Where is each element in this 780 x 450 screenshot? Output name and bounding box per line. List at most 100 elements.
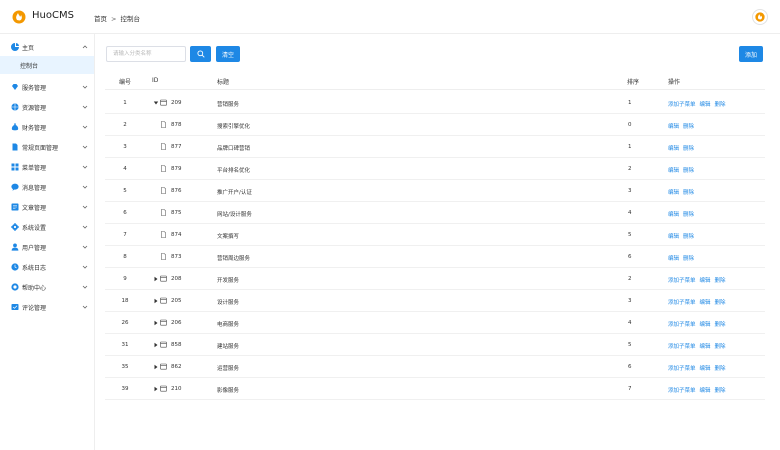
table-row: 18 205 设计服务 3 添加子菜单 编辑 删除 bbox=[105, 290, 765, 312]
table-row: 5 876 推广开户/认证 3 编辑 删除 bbox=[105, 180, 765, 202]
sidebar: 主页 控制台 服务管理 资源管理 财务管理 常规页面管理 菜单管理 消息管理 文… bbox=[0, 34, 95, 450]
sidebar-item-label: 菜单管理 bbox=[22, 165, 47, 172]
sidebar-item-users[interactable]: 用户管理 bbox=[0, 238, 94, 256]
row-id: 875 bbox=[171, 210, 182, 216]
row-num: 1 bbox=[123, 100, 127, 106]
table-row: 9 208 开发服务 2 添加子菜单 编辑 删除 bbox=[105, 268, 765, 290]
row-num: 3 bbox=[123, 144, 127, 150]
chevron-up-icon bbox=[82, 45, 88, 49]
sidebar-item-finance[interactable]: 财务管理 bbox=[0, 118, 94, 136]
sidebar-item-resource[interactable]: 资源管理 bbox=[0, 98, 94, 116]
diamond-icon bbox=[12, 84, 18, 90]
edit-link[interactable]: 编辑 bbox=[668, 124, 679, 130]
edit-link[interactable]: 编辑 bbox=[668, 256, 679, 262]
brand-name[interactable]: HuoCMS bbox=[32, 10, 74, 21]
comment-icon bbox=[11, 304, 19, 310]
edit-link[interactable]: 编辑 bbox=[668, 168, 679, 174]
chevron-down-icon bbox=[82, 145, 88, 149]
edit-link[interactable]: 编辑 bbox=[668, 190, 679, 196]
add-submenu-link[interactable]: 添加子菜单 bbox=[668, 278, 696, 284]
sidebar-item-settings[interactable]: 系统设置 bbox=[0, 218, 94, 236]
chevron-down-icon bbox=[82, 285, 88, 289]
search-button[interactable] bbox=[190, 46, 211, 62]
caret-right-icon[interactable] bbox=[153, 342, 159, 348]
delete-link[interactable]: 删除 bbox=[683, 212, 694, 218]
row-actions: 添加子菜单 编辑 删除 bbox=[668, 342, 730, 350]
table-row: 8 873 营销周边服务 6 编辑 删除 bbox=[105, 246, 765, 268]
delete-link[interactable]: 删除 bbox=[683, 256, 694, 262]
sidebar-item-menu[interactable]: 菜单管理 bbox=[0, 158, 94, 176]
user-avatar[interactable] bbox=[752, 9, 768, 25]
delete-link[interactable]: 删除 bbox=[683, 190, 694, 196]
delete-link[interactable]: 删除 bbox=[715, 278, 726, 284]
edit-link[interactable]: 编辑 bbox=[700, 300, 711, 306]
table-row: 3 877 品牌口碑营销 1 编辑 删除 bbox=[105, 136, 765, 158]
caret-right-icon[interactable] bbox=[153, 320, 159, 326]
edit-link[interactable]: 编辑 bbox=[700, 278, 711, 284]
caret-right-icon[interactable] bbox=[153, 386, 159, 392]
sidebar-item-label: 消息管理 bbox=[22, 185, 47, 192]
edit-link[interactable]: 编辑 bbox=[700, 102, 711, 108]
folder-icon bbox=[160, 385, 167, 392]
sidebar-item-help[interactable]: 帮助中心 bbox=[0, 278, 94, 296]
edit-link[interactable]: 编辑 bbox=[668, 212, 679, 218]
delete-link[interactable]: 删除 bbox=[715, 102, 726, 108]
sidebar-item-service[interactable]: 服务管理 bbox=[0, 78, 94, 96]
edit-link[interactable]: 编辑 bbox=[668, 234, 679, 240]
row-id: 873 bbox=[171, 254, 182, 260]
add-submenu-link[interactable]: 添加子菜单 bbox=[668, 366, 696, 372]
delete-link[interactable]: 删除 bbox=[715, 344, 726, 350]
sidebar-item-comments[interactable]: 评论管理 bbox=[0, 298, 94, 316]
delete-link[interactable]: 删除 bbox=[683, 124, 694, 130]
sidebar-subitem-dashboard[interactable]: 控制台 bbox=[0, 56, 94, 74]
add-submenu-link[interactable]: 添加子菜单 bbox=[668, 388, 696, 394]
row-actions: 添加子菜单 编辑 删除 bbox=[668, 298, 730, 306]
caret-right-icon[interactable] bbox=[153, 298, 159, 304]
edit-link[interactable]: 编辑 bbox=[700, 322, 711, 328]
row-id: 862 bbox=[171, 364, 182, 370]
category-search-input[interactable] bbox=[106, 46, 186, 62]
sidebar-item-message[interactable]: 消息管理 bbox=[0, 178, 94, 196]
table-row: 7 874 文案撰写 5 编辑 删除 bbox=[105, 224, 765, 246]
sidebar-subitem-label: 控制台 bbox=[20, 63, 39, 70]
add-button[interactable]: 添加 bbox=[739, 46, 763, 62]
row-title: 网站/设计服务 bbox=[217, 212, 252, 218]
edit-link[interactable]: 编辑 bbox=[700, 366, 711, 372]
caret-down-icon[interactable] bbox=[153, 100, 159, 106]
folder-icon bbox=[160, 275, 167, 282]
row-num: 5 bbox=[123, 188, 127, 194]
delete-link[interactable]: 删除 bbox=[715, 322, 726, 328]
sidebar-item-pages[interactable]: 常规页面管理 bbox=[0, 138, 94, 156]
delete-link[interactable]: 删除 bbox=[715, 300, 726, 306]
delete-link[interactable]: 删除 bbox=[683, 146, 694, 152]
row-num: 2 bbox=[123, 122, 127, 128]
folder-icon bbox=[160, 99, 167, 106]
row-actions: 编辑 删除 bbox=[668, 166, 698, 174]
sidebar-item-label: 文章管理 bbox=[22, 205, 47, 212]
edit-link[interactable]: 编辑 bbox=[668, 146, 679, 152]
caret-right-icon[interactable] bbox=[153, 364, 159, 370]
caret-right-icon[interactable] bbox=[153, 276, 159, 282]
breadcrumb-home[interactable]: 首页 bbox=[94, 15, 107, 23]
huocms-logo-icon[interactable] bbox=[12, 10, 26, 24]
row-sort: 5 bbox=[628, 342, 632, 348]
sidebar-item-label: 常规页面管理 bbox=[22, 145, 59, 152]
user-icon bbox=[11, 243, 19, 251]
sidebar-item-home[interactable]: 主页 bbox=[0, 38, 94, 56]
add-submenu-link[interactable]: 添加子菜单 bbox=[668, 344, 696, 350]
clear-button[interactable]: 清空 bbox=[216, 46, 240, 62]
add-submenu-link[interactable]: 添加子菜单 bbox=[668, 322, 696, 328]
row-id: 878 bbox=[171, 122, 182, 128]
sidebar-item-logs[interactable]: 系统日志 bbox=[0, 258, 94, 276]
add-submenu-link[interactable]: 添加子菜单 bbox=[668, 300, 696, 306]
row-id: 206 bbox=[171, 320, 182, 326]
delete-link[interactable]: 删除 bbox=[683, 234, 694, 240]
delete-link[interactable]: 删除 bbox=[715, 366, 726, 372]
delete-link[interactable]: 删除 bbox=[683, 168, 694, 174]
edit-link[interactable]: 编辑 bbox=[700, 388, 711, 394]
row-title: 品牌口碑营销 bbox=[217, 146, 251, 152]
add-submenu-link[interactable]: 添加子菜单 bbox=[668, 102, 696, 108]
delete-link[interactable]: 删除 bbox=[715, 388, 726, 394]
sidebar-item-article[interactable]: 文章管理 bbox=[0, 198, 94, 216]
edit-link[interactable]: 编辑 bbox=[700, 344, 711, 350]
